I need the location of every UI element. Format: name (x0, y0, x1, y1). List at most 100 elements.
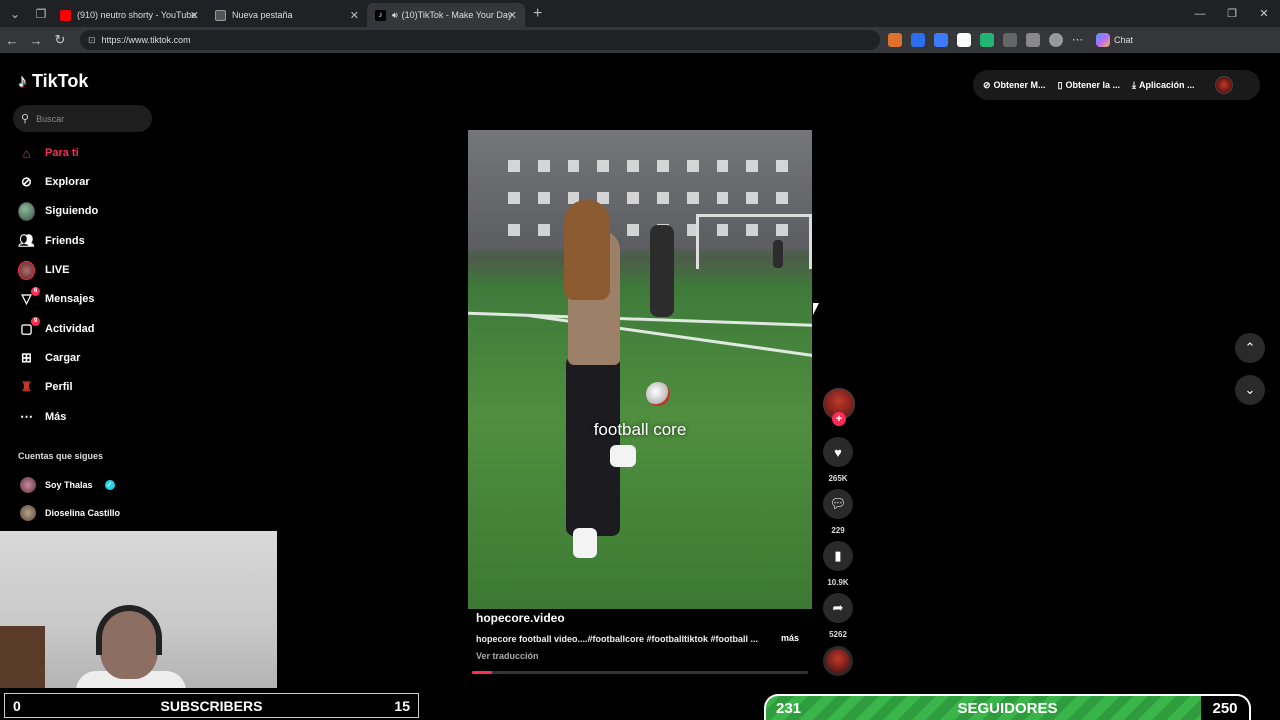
nav-live[interactable]: LIVE (18, 260, 69, 280)
compass-icon: ⊘ (21, 174, 32, 189)
tab-list-icon[interactable]: ⌄ (4, 3, 26, 25)
subs-label: SUBSCRIBERS (160, 697, 263, 714)
menu-icon[interactable]: ⋯ (1072, 33, 1086, 47)
close-window-icon[interactable]: ✕ (1248, 7, 1280, 20)
minimize-icon[interactable]: — (1184, 8, 1216, 20)
following-item[interactable]: Dioselina Castillo (20, 505, 120, 521)
save-action[interactable]: ▮ 10.9K (822, 541, 854, 587)
building-windows (508, 192, 788, 204)
next-video-button[interactable]: ⌄ (1235, 375, 1265, 405)
nav-explorar[interactable]: ⊘ Explorar (18, 172, 90, 192)
tab-youtube[interactable]: (910) neutro shorty - YouTube ✕ (52, 3, 207, 27)
nav-para-ti[interactable]: ⌂ Para ti (18, 143, 79, 163)
workspaces-icon[interactable]: ❐ (30, 3, 52, 25)
forward-icon[interactable]: → (24, 33, 48, 48)
copilot-chat-button[interactable]: Chat (1096, 33, 1133, 47)
video-description: hopecore football video....#footballcore… (476, 634, 759, 644)
player-shoe (573, 528, 597, 558)
tab-tiktok[interactable]: ♪ 🔊︎ (10)TikTok - Make Your Day ✕ (367, 3, 525, 27)
friends-icon: 👥︎ (18, 233, 35, 248)
live-avatar (18, 260, 35, 280)
follow-plus-icon[interactable]: + (832, 412, 846, 426)
comment-action[interactable]: 💬︎ 229 (822, 489, 854, 535)
subs-goal-value: 15 (394, 697, 410, 714)
extension-icon[interactable] (1026, 33, 1040, 47)
video-progress-fill (472, 671, 493, 674)
nav-mas[interactable]: ⋯ Más (18, 407, 66, 427)
extension-icon[interactable] (980, 33, 994, 47)
get-app-button[interactable]: ▯ Obtener la ... (1058, 80, 1120, 91)
video-author[interactable]: hopecore.video (476, 611, 565, 625)
back-icon[interactable]: ← (0, 33, 24, 48)
user-avatar[interactable] (1214, 76, 1233, 94)
translate-link[interactable]: Ver traducción (476, 651, 539, 661)
tab-new-tab-label: Nueva pestaña (232, 10, 293, 20)
nav-cargar[interactable]: ⊞ Cargar (18, 348, 80, 368)
heart-icon[interactable]: ♥ (823, 437, 853, 467)
tab-new-tab[interactable]: Nueva pestaña ✕ (207, 3, 367, 27)
tiktok-favicon-icon: ♪ (375, 9, 386, 21)
search-box[interactable]: ⚲ (13, 105, 152, 132)
nav-label: LIVE (45, 264, 70, 276)
nav-actividad[interactable]: ▢ 9 Actividad (18, 316, 95, 339)
share-action[interactable]: ➦ 5262 (822, 593, 854, 639)
address-bar[interactable]: ⊡ https://www.tiktok.com (80, 30, 880, 50)
account-name: Dioselina Castillo (45, 508, 121, 518)
more-button[interactable]: más (781, 633, 799, 643)
chat-label: Chat (1114, 35, 1134, 45)
brand-name: TikTok (32, 71, 89, 91)
like-action[interactable]: ♥ 265K (822, 437, 854, 483)
following-section-title: Cuentas que sigues (18, 451, 104, 461)
nav-label: Perfil (45, 381, 73, 393)
bookmark-icon[interactable]: ▮ (823, 541, 853, 571)
extension-icon[interactable] (888, 33, 902, 47)
tiktok-logo[interactable]: ♪ TikTok (18, 71, 88, 92)
extension-icon[interactable] (1003, 33, 1017, 47)
followers-current-value: 231 (776, 699, 802, 717)
nav-label: Friends (45, 235, 85, 247)
share-icon[interactable]: ➦ (823, 593, 853, 623)
close-tab-icon[interactable]: ✕ (508, 9, 517, 22)
video-card: football core hopecore.video hopecore fo… (468, 64, 812, 674)
get-coins-button[interactable]: ⊘ Obtener M... (983, 80, 1046, 91)
comment-icon[interactable]: 💬︎ (823, 489, 853, 519)
activity-icon: ▢ 9 (18, 316, 40, 338)
profile-avatar[interactable] (1049, 33, 1063, 47)
nav-perfil[interactable]: ♜ Perfil (18, 377, 73, 397)
video-progress-bar[interactable] (472, 671, 808, 674)
extension-icon[interactable] (934, 33, 948, 47)
restore-icon[interactable]: ❐ (1216, 7, 1248, 20)
video-letterbox (468, 64, 812, 130)
player-shoe (610, 445, 636, 467)
chevron-down-icon: ⌄ (1244, 382, 1256, 397)
account-avatar (20, 477, 36, 493)
get-app-label: Obtener la ... (1065, 80, 1121, 90)
following-item[interactable]: Soy Thalas ✓ (20, 477, 115, 493)
nav-label: Actividad (45, 323, 95, 335)
nav-mensajes[interactable]: ▽ 6 Mensajes (18, 286, 95, 309)
extension-icon[interactable] (911, 33, 925, 47)
close-tab-icon[interactable]: ✕ (350, 9, 359, 22)
speaker-icon[interactable]: 🔊︎ (392, 10, 398, 21)
goalkeeper (650, 225, 674, 317)
tab-youtube-label: (910) neutro shorty - YouTube (77, 10, 197, 20)
activity-badge: 9 (31, 316, 40, 326)
reload-icon[interactable]: ↻ (48, 32, 72, 48)
nav-friends[interactable]: 👥︎ Friends (18, 231, 85, 251)
nav-siguiendo[interactable]: Siguiendo (18, 201, 98, 221)
new-tab-button[interactable]: + (533, 5, 542, 23)
site-info-icon[interactable]: ⊡ (88, 35, 96, 46)
desktop-app-button[interactable]: ⤓ Aplicación ... (1132, 80, 1195, 91)
webcam-overlay (0, 531, 277, 688)
like-count: 265K (828, 474, 848, 483)
player-hair (564, 200, 610, 300)
search-input[interactable] (36, 113, 137, 124)
account-avatar (20, 505, 36, 521)
extension-icon[interactable] (957, 33, 971, 47)
previous-video-button[interactable]: ⌃ (1235, 333, 1265, 363)
close-tab-icon[interactable]: ✕ (190, 9, 199, 22)
video-player[interactable]: football core (468, 130, 812, 609)
music-disc-avatar[interactable] (823, 646, 853, 676)
window-controls: — ❐ ✕ (1184, 0, 1280, 27)
home-icon: ⌂ (22, 145, 31, 161)
